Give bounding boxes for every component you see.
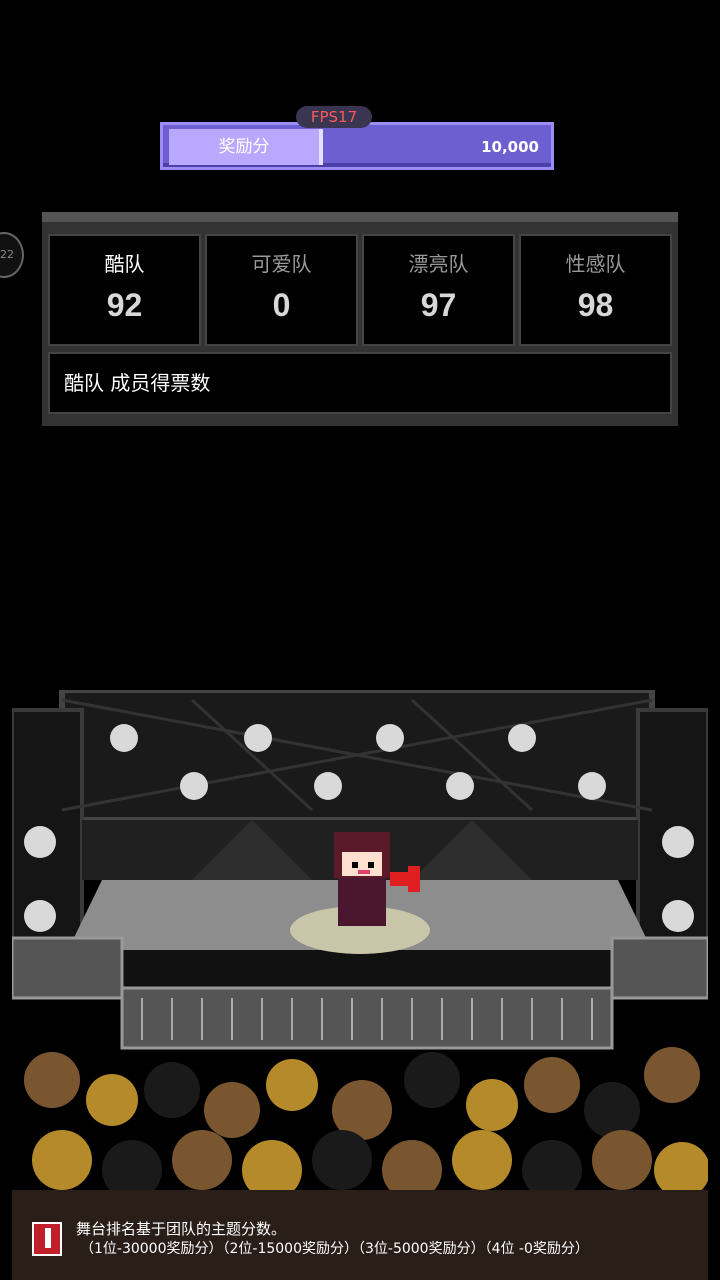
team-score: 97: [420, 287, 457, 323]
side-badge[interactable]: 22: [0, 232, 24, 278]
fps-counter: FPS17: [296, 106, 372, 128]
bonus-label: 奖励分: [169, 129, 323, 165]
team-score: 0: [272, 287, 291, 323]
team-card-pretty[interactable]: 漂亮队 97: [362, 234, 515, 346]
score-panel: 酷队 92 可爱队 0 漂亮队 97 性感队 98 酷队 成员得票数: [42, 212, 678, 426]
team-score: 98: [577, 287, 614, 323]
team-list: 酷队 92 可爱队 0 漂亮队 97 性感队 98: [48, 234, 672, 346]
bonus-bar: 奖励分 10,000: [160, 122, 554, 170]
team-name: 漂亮队: [408, 252, 469, 276]
stage-notice: 舞台排名基于团队的主题分数。 （1位-30000奖励分）（2位-15000奖励分…: [0, 1212, 720, 1280]
team-name: 性感队: [565, 252, 626, 276]
panel-caption: 酷队 成员得票数: [48, 352, 672, 414]
team-score: 92: [106, 287, 143, 323]
stage-illustration: [12, 690, 708, 1280]
team-card-cool[interactable]: 酷队 92: [48, 234, 201, 346]
team-card-sexy[interactable]: 性感队 98: [519, 234, 672, 346]
stage-scene: [12, 690, 708, 1280]
bonus-value: 10,000: [481, 138, 539, 156]
team-name: 酷队: [104, 252, 145, 276]
team-card-cute[interactable]: 可爱队 0: [205, 234, 358, 346]
team-name: 可爱队: [251, 252, 312, 276]
notice-rewards: （1位-30000奖励分）（2位-15000奖励分）（3位-5000奖励分）（4…: [80, 1241, 589, 1257]
info-icon: [32, 1222, 62, 1256]
notice-text: 舞台排名基于团队的主题分数。: [76, 1220, 287, 1238]
